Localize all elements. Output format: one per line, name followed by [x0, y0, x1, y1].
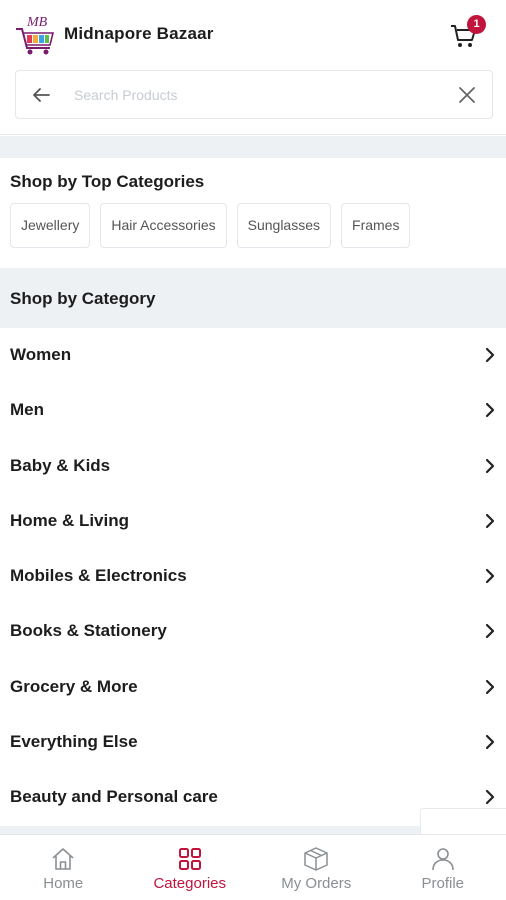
- user-icon: [431, 848, 454, 871]
- chevron-right-icon: [485, 403, 495, 418]
- chip-jewellery[interactable]: Jewellery: [10, 203, 91, 248]
- chevron-right-icon: [485, 347, 495, 363]
- app-header: MB Midnapore Bazaar 1: [0, 0, 506, 135]
- chevron-right-icon: [485, 624, 495, 639]
- category-row-home-living[interactable]: Home & Living: [0, 494, 506, 549]
- category-label: Home & Living: [10, 510, 130, 530]
- category-row-mobiles-electronics[interactable]: Mobiles & Electronics: [0, 549, 506, 604]
- chevron-right-icon: [485, 513, 495, 528]
- category-section-header: Shop by Category: [0, 268, 506, 328]
- category-section-title: Shop by Category: [10, 289, 156, 308]
- top-categories-title: Shop by Top Categories: [10, 172, 205, 191]
- chip-hair-accessories[interactable]: Hair Accessories: [100, 203, 227, 248]
- nav-label: Home: [43, 875, 84, 892]
- close-icon[interactable]: [457, 85, 477, 105]
- category-label: Baby & Kids: [10, 455, 111, 475]
- category-row-baby-kids[interactable]: Baby & Kids: [0, 439, 506, 494]
- search-input[interactable]: [74, 83, 434, 107]
- section-divider: [0, 136, 506, 158]
- chevron-right-icon: [485, 679, 495, 694]
- category-label: Grocery & More: [10, 676, 138, 696]
- arrow-left-icon[interactable]: [30, 84, 52, 106]
- nav-label: Categories: [153, 875, 227, 892]
- category-label: Men: [10, 400, 44, 420]
- chevron-right-icon: [485, 790, 495, 805]
- category-row-books-stationery[interactable]: Books & Stationery: [0, 604, 506, 659]
- logo-text: MB: [26, 15, 48, 30]
- chevron-right-icon: [485, 569, 495, 584]
- nav-my-orders[interactable]: My Orders: [253, 835, 380, 900]
- nav-profile[interactable]: Profile: [380, 835, 506, 900]
- category-label: Mobiles & Electronics: [10, 566, 187, 586]
- category-label: Books & Stationery: [10, 621, 167, 641]
- logo: MB: [16, 15, 55, 55]
- top-category-chips: Jewellery Hair Accessories Sunglasses Fr…: [10, 203, 411, 248]
- category-label: Everything Else: [10, 732, 138, 752]
- nav-label: My Orders: [281, 875, 352, 892]
- app-title: Midnapore Bazaar: [64, 24, 214, 43]
- package-icon: [304, 847, 328, 871]
- chip-sunglasses[interactable]: Sunglasses: [236, 203, 332, 248]
- search-bar: [15, 70, 493, 119]
- category-row-men[interactable]: Men: [0, 383, 506, 438]
- grid-icon: [178, 848, 201, 870]
- nav-home[interactable]: Home: [0, 835, 127, 900]
- bottom-navigation: Home Categories My Orders Profile: [0, 834, 506, 900]
- chevron-right-icon: [485, 458, 495, 473]
- category-row-grocery-more[interactable]: Grocery & More: [0, 660, 506, 715]
- cart-count-badge: 1: [467, 15, 486, 34]
- category-label: Beauty and Personal care: [10, 787, 218, 807]
- category-row-women[interactable]: Women: [0, 328, 506, 383]
- nav-categories[interactable]: Categories: [127, 835, 254, 900]
- chevron-right-icon: [485, 734, 495, 750]
- top-categories-section: Shop by Top Categories Jewellery Hair Ac…: [0, 158, 506, 268]
- nav-label: Profile: [421, 875, 465, 892]
- chip-frames[interactable]: Frames: [341, 203, 411, 248]
- home-icon: [52, 848, 74, 870]
- category-row-everything-else[interactable]: Everything Else: [0, 715, 506, 770]
- category-list: Women Men Baby & Kids Home & Living Mobi…: [0, 328, 506, 826]
- category-label: Women: [10, 345, 72, 364]
